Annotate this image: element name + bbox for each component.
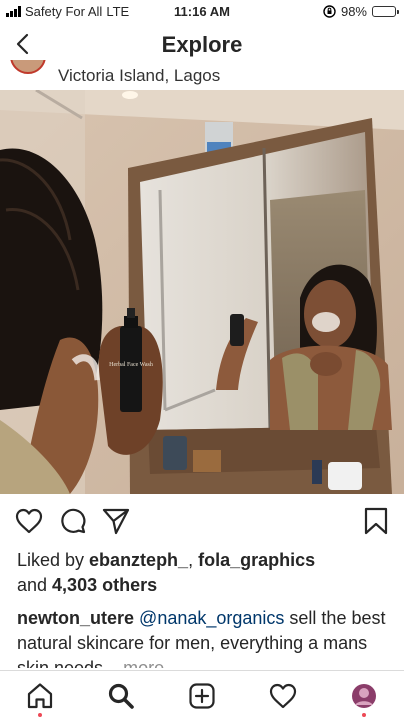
- profile-notification-dot: [362, 713, 366, 717]
- battery-icon: [372, 6, 399, 17]
- liker-username[interactable]: fola_graphics: [198, 550, 315, 570]
- post-caption: newton_utere @nanak_organics sell the be…: [17, 606, 397, 668]
- post-header: Victoria Island, Lagos: [0, 60, 404, 90]
- post-location[interactable]: Victoria Island, Lagos: [58, 66, 220, 86]
- post-actions: [0, 494, 404, 550]
- add-post-icon[interactable]: [187, 681, 217, 711]
- tab-bar: [0, 670, 404, 721]
- likes-prefix: Liked by: [17, 550, 90, 570]
- liker-username[interactable]: ebanzteph_: [89, 550, 188, 570]
- bathroom-mirror-photo: Herbal Face Wash: [0, 90, 404, 494]
- status-right: 98%: [323, 4, 399, 19]
- activity-icon[interactable]: [268, 681, 298, 711]
- post-photo[interactable]: Herbal Face Wash: [0, 90, 404, 494]
- caption-mention[interactable]: @nanak_organics: [139, 608, 284, 628]
- comment-icon[interactable]: [58, 506, 88, 536]
- orientation-lock-icon: [323, 5, 336, 18]
- battery-percent: 98%: [340, 4, 367, 19]
- profile-icon[interactable]: [349, 681, 379, 711]
- share-icon[interactable]: [101, 506, 131, 536]
- likes-separator: ,: [188, 550, 199, 570]
- bookmark-icon[interactable]: [361, 506, 391, 536]
- more-link[interactable]: more: [123, 658, 164, 668]
- likes-summary[interactable]: Liked by ebanzteph_, fola_graphics and 4…: [17, 548, 397, 598]
- poster-avatar[interactable]: [10, 60, 46, 74]
- home-notification-dot: [38, 713, 42, 717]
- heart-icon[interactable]: [14, 506, 44, 536]
- likes-count[interactable]: 4,303 others: [52, 575, 157, 595]
- status-bar: Safety For All LTE 11:16 AM 98%: [0, 0, 404, 22]
- likes-and: and: [17, 575, 53, 595]
- search-icon[interactable]: [106, 681, 136, 711]
- home-icon[interactable]: [25, 681, 55, 711]
- bottle-label: Herbal Face Wash: [109, 362, 153, 368]
- caption-username[interactable]: newton_utere: [17, 608, 134, 628]
- page-title: Explore: [161, 32, 243, 57]
